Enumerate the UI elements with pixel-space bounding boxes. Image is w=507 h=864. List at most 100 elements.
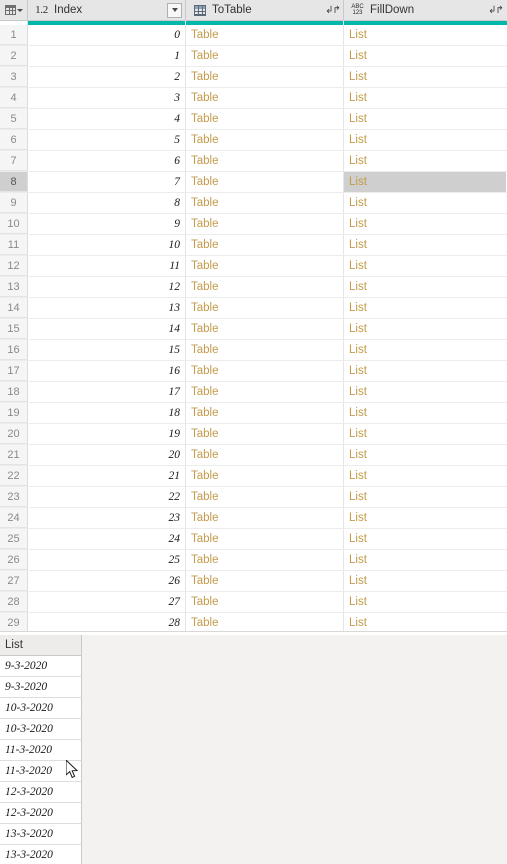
row-number[interactable]: 23 [0,487,28,507]
cell-filldown-link[interactable]: List [344,571,506,591]
row-number[interactable]: 10 [0,214,28,234]
cell-totable-link[interactable]: Table [186,298,344,318]
row-number[interactable]: 20 [0,424,28,444]
cell-totable-link[interactable]: Table [186,67,344,87]
cell-index[interactable]: 3 [28,88,186,108]
expand-columns-icon-totable[interactable]: ↲↱ [325,3,341,18]
list-item[interactable]: 9-3-2020 [0,656,82,677]
cell-totable-link[interactable]: Table [186,235,344,255]
cell-filldown-link[interactable]: List [344,172,506,192]
cell-totable-link[interactable]: Table [186,403,344,423]
list-item[interactable]: 10-3-2020 [0,719,82,740]
table-row[interactable]: 26 25 Table List [0,550,507,571]
cell-totable-link[interactable]: Table [186,109,344,129]
cell-index[interactable]: 24 [28,529,186,549]
table-row[interactable]: 27 26 Table List [0,571,507,592]
row-number[interactable]: 4 [0,88,28,108]
cell-totable-link[interactable]: Table [186,445,344,465]
table-row[interactable]: 22 21 Table List [0,466,507,487]
table-row[interactable]: 16 15 Table List [0,340,507,361]
cell-filldown-link[interactable]: List [344,487,506,507]
row-number[interactable]: 8 [0,172,28,192]
row-number[interactable]: 13 [0,277,28,297]
cell-index[interactable]: 26 [28,571,186,591]
cell-filldown-link[interactable]: List [344,130,506,150]
row-number[interactable]: 5 [0,109,28,129]
table-row[interactable]: 3 2 Table List [0,67,507,88]
cell-filldown-link[interactable]: List [344,277,506,297]
table-row[interactable]: 6 5 Table List [0,130,507,151]
cell-filldown-link[interactable]: List [344,445,506,465]
cell-index[interactable]: 17 [28,382,186,402]
cell-filldown-link[interactable]: List [344,151,506,171]
cell-totable-link[interactable]: Table [186,571,344,591]
select-all-columns-button[interactable] [0,0,28,21]
table-row[interactable]: 19 18 Table List [0,403,507,424]
cell-filldown-link[interactable]: List [344,466,506,486]
cell-totable-link[interactable]: Table [186,214,344,234]
cell-index[interactable]: 10 [28,235,186,255]
row-number[interactable]: 6 [0,130,28,150]
table-row[interactable]: 20 19 Table List [0,424,507,445]
list-preview-body[interactable]: 9-3-2020 9-3-2020 10-3-2020 10-3-2020 11-3-2… [0,656,507,864]
cell-filldown-link[interactable]: List [344,529,506,549]
list-item[interactable]: 13-3-2020 [0,845,82,864]
table-row[interactable]: 5 4 Table List [0,109,507,130]
row-number[interactable]: 16 [0,340,28,360]
cell-totable-link[interactable]: Table [186,592,344,612]
cell-totable-link[interactable]: Table [186,256,344,276]
cell-index[interactable]: 2 [28,67,186,87]
cell-index[interactable]: 11 [28,256,186,276]
row-number[interactable]: 2 [0,46,28,66]
cell-filldown-link[interactable]: List [344,613,506,631]
cell-totable-link[interactable]: Table [186,340,344,360]
grid-body[interactable]: 1 0 Table List 2 1 Table List 3 2 Table List 4 3 Table… [0,25,507,631]
row-number[interactable]: 15 [0,319,28,339]
cell-index[interactable]: 5 [28,130,186,150]
row-number[interactable]: 18 [0,382,28,402]
cell-filldown-link[interactable]: List [344,361,506,381]
table-row[interactable]: 12 11 Table List [0,256,507,277]
list-item[interactable]: 11-3-2020 [0,761,82,782]
cell-index[interactable]: 28 [28,613,186,631]
table-row[interactable]: 14 13 Table List [0,298,507,319]
table-row[interactable]: 28 27 Table List [0,592,507,613]
cell-totable-link[interactable]: Table [186,613,344,631]
list-item[interactable]: 11-3-2020 [0,740,82,761]
cell-totable-link[interactable]: Table [186,277,344,297]
cell-index[interactable]: 13 [28,298,186,318]
cell-filldown-link[interactable]: List [344,256,506,276]
list-item[interactable]: 12-3-2020 [0,782,82,803]
cell-totable-link[interactable]: Table [186,466,344,486]
cell-totable-link[interactable]: Table [186,424,344,444]
table-row[interactable]: 25 24 Table List [0,529,507,550]
cell-filldown-link[interactable]: List [344,403,506,423]
table-row[interactable]: 21 20 Table List [0,445,507,466]
cell-filldown-link[interactable]: List [344,235,506,255]
cell-index[interactable]: 15 [28,340,186,360]
column-header-totable[interactable]: ToTable ↲↱ [186,0,344,21]
cell-filldown-link[interactable]: List [344,25,506,45]
cell-filldown-link[interactable]: List [344,550,506,570]
table-row[interactable]: 18 17 Table List [0,382,507,403]
table-row[interactable]: 17 16 Table List [0,361,507,382]
cell-totable-link[interactable]: Table [186,361,344,381]
column-header-filldown[interactable]: ABC 123 FillDown ↲↱ [344,0,506,21]
cell-totable-link[interactable]: Table [186,550,344,570]
table-row[interactable]: 23 22 Table List [0,487,507,508]
table-row[interactable]: 4 3 Table List [0,88,507,109]
cell-totable-link[interactable]: Table [186,25,344,45]
row-number[interactable]: 19 [0,403,28,423]
table-row[interactable]: 2 1 Table List [0,46,507,67]
row-number[interactable]: 11 [0,235,28,255]
cell-index[interactable]: 22 [28,487,186,507]
cell-filldown-link[interactable]: List [344,319,506,339]
cell-filldown-link[interactable]: List [344,67,506,87]
cell-totable-link[interactable]: Table [186,172,344,192]
cell-index[interactable]: 19 [28,424,186,444]
row-number[interactable]: 17 [0,361,28,381]
table-row[interactable]: 24 23 Table List [0,508,507,529]
cell-filldown-link[interactable]: List [344,592,506,612]
cell-filldown-link[interactable]: List [344,46,506,66]
table-row[interactable]: 11 10 Table List [0,235,507,256]
